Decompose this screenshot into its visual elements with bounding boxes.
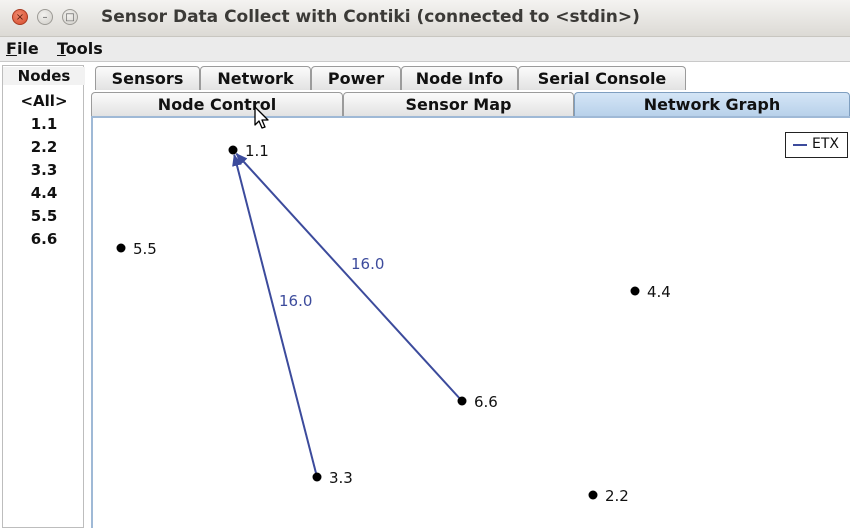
tab-sensor-map[interactable]: Sensor Map [343, 92, 574, 116]
legend-etx-label: ETX [812, 136, 839, 152]
tab-sensors[interactable]: Sensors [95, 66, 200, 90]
node-list-item-3-3[interactable]: 3.3 [3, 161, 85, 179]
title-bar: × – □ Sensor Data Collect with Contiki (… [0, 0, 850, 37]
mouse-pointer-icon [254, 106, 269, 129]
nodes-list-panel: Nodes <All> 1.1 2.2 3.3 4.4 5.5 6.6 [2, 65, 85, 528]
graph-node-label: 2.2 [605, 487, 629, 505]
graph-edge-3-3-to-1-1 [232, 153, 318, 478]
graph-node-3-3[interactable] [312, 472, 322, 482]
graph-node-6-6[interactable] [457, 396, 467, 406]
menu-tools-mnemonic: T [57, 39, 66, 58]
node-list-item-6-6[interactable]: 6.6 [3, 230, 85, 248]
menu-tools-label: ools [65, 39, 103, 58]
graph-node-2-2[interactable] [588, 490, 598, 500]
node-list-item-2-2[interactable]: 2.2 [3, 138, 85, 156]
graph-node-label: 3.3 [329, 469, 353, 487]
network-graph-panel[interactable]: 16.0 16.0 1.1 5.5 4.4 6.6 3.3 2.2 ETX [91, 116, 850, 528]
tab-network[interactable]: Network [200, 66, 311, 90]
minimize-window-button[interactable]: – [37, 9, 53, 25]
graph-edge-label: 16.0 [351, 255, 384, 273]
graph-legend: ETX [785, 132, 848, 158]
graph-edge-6-6-to-1-1 [235, 152, 463, 402]
menu-file[interactable]: File [6, 39, 39, 58]
graph-node-1-1[interactable] [228, 145, 238, 155]
tab-node-control[interactable]: Node Control [91, 92, 343, 116]
menu-bar: File Tools [0, 37, 850, 62]
menu-tools[interactable]: Tools [57, 39, 103, 58]
menu-file-mnemonic: F [6, 39, 17, 58]
graph-node-label: 1.1 [245, 142, 269, 160]
graph-node-5-5[interactable] [116, 243, 126, 253]
tab-power[interactable]: Power [311, 66, 401, 90]
close-window-button[interactable]: × [12, 9, 28, 25]
tab-serial-console[interactable]: Serial Console [518, 66, 686, 90]
window-title: Sensor Data Collect with Contiki (connec… [101, 7, 640, 27]
legend-etx-swatch [793, 144, 807, 146]
tab-node-info[interactable]: Node Info [401, 66, 518, 90]
node-list-item-5-5[interactable]: 5.5 [3, 207, 85, 225]
graph-edge-label: 16.0 [279, 292, 312, 310]
nodes-list-title: Nodes [3, 67, 85, 85]
node-list-item-1-1[interactable]: 1.1 [3, 115, 85, 133]
maximize-window-button[interactable]: □ [62, 9, 78, 25]
node-list-item-4-4[interactable]: 4.4 [3, 184, 85, 202]
graph-node-label: 6.6 [474, 393, 498, 411]
menu-file-label: ile [16, 39, 39, 58]
graph-node-label: 5.5 [133, 240, 157, 258]
node-list-item-all[interactable]: <All> [3, 92, 85, 110]
network-graph-canvas[interactable]: 16.0 16.0 1.1 5.5 4.4 6.6 3.3 2.2 [93, 118, 850, 528]
graph-node-4-4[interactable] [630, 286, 640, 296]
graph-node-label: 4.4 [647, 283, 671, 301]
tab-network-graph[interactable]: Network Graph [574, 92, 850, 116]
